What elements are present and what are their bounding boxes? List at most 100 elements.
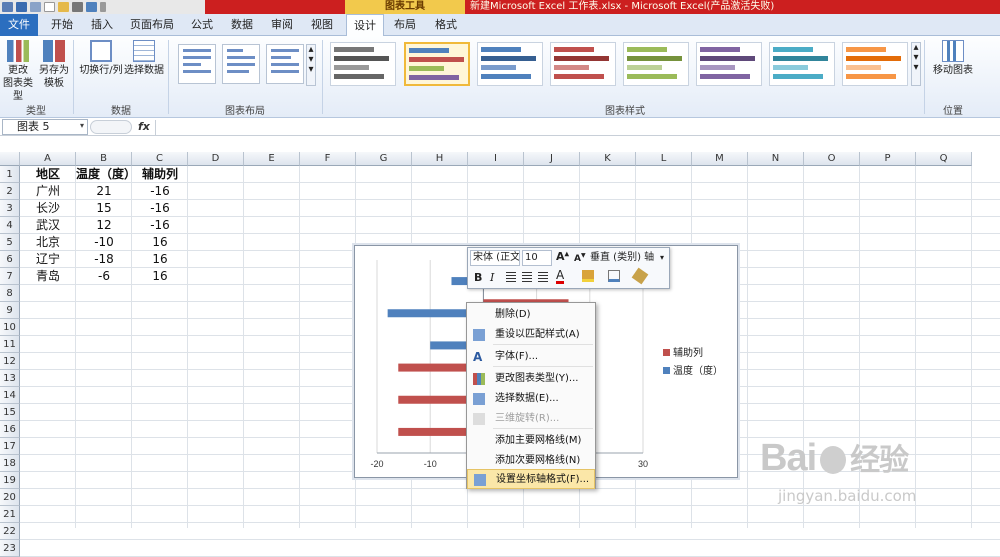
reset-style-item[interactable]: 重设以匹配样式(A) [467, 325, 595, 345]
row-header-6[interactable]: 6 [0, 251, 20, 268]
row-header-4[interactable]: 4 [0, 217, 20, 234]
add-major-gridlines-item[interactable]: 添加主要网格线(M) [467, 431, 595, 451]
data-cell[interactable]: 16 [132, 234, 188, 251]
row-header-23[interactable]: 23 [0, 540, 20, 557]
column-header-E[interactable]: E [244, 152, 300, 166]
select-all-corner[interactable] [0, 152, 20, 166]
bold-icon[interactable]: B [474, 271, 482, 284]
row-header-18[interactable]: 18 [0, 455, 20, 472]
data-cell[interactable]: 北京 [20, 234, 76, 251]
column-header-M[interactable]: M [692, 152, 748, 166]
layout-scroll[interactable]: ▴ ▾ ▾ [306, 44, 316, 86]
select-data-button[interactable]: 选择数据 [124, 40, 164, 77]
tab-home[interactable]: 开始 [42, 14, 82, 36]
tab-page-layout[interactable]: 页面布局 [124, 14, 180, 36]
row-header-2[interactable]: 2 [0, 183, 20, 200]
chart-style-2[interactable] [404, 42, 470, 86]
tab-review[interactable]: 审阅 [262, 14, 302, 36]
undo-icon[interactable] [16, 2, 27, 12]
chart-element-select[interactable]: 垂直 (类别) 轴 [590, 250, 660, 266]
row-header-21[interactable]: 21 [0, 506, 20, 523]
row-header-13[interactable]: 13 [0, 370, 20, 387]
layout-thumb-1[interactable] [178, 44, 216, 84]
data-cell[interactable]: 16 [132, 251, 188, 268]
delete-item[interactable]: 删除(D) [467, 305, 595, 325]
chevron-down-icon[interactable]: ▾ [660, 253, 664, 262]
tab-insert[interactable]: 插入 [82, 14, 122, 36]
format-painter-icon[interactable] [631, 267, 649, 285]
change-chart-type-item[interactable]: 更改图表类型(Y)... [467, 369, 595, 389]
data-cell[interactable]: 长沙 [20, 200, 76, 217]
open-icon[interactable] [58, 2, 69, 12]
chart-style-6[interactable] [696, 42, 762, 86]
row-header-14[interactable]: 14 [0, 387, 20, 404]
switch-row-column-button[interactable]: 切换行/列 [78, 40, 124, 77]
row-header-12[interactable]: 12 [0, 353, 20, 370]
chart-style-4[interactable] [550, 42, 616, 86]
row-header-17[interactable]: 17 [0, 438, 20, 455]
column-header-B[interactable]: B [76, 152, 132, 166]
select-data-item[interactable]: 选择数据(E)... [467, 389, 595, 409]
column-header-F[interactable]: F [300, 152, 356, 166]
row-header-5[interactable]: 5 [0, 234, 20, 251]
change-chart-type-button[interactable]: 更改 图表类型 [2, 40, 34, 103]
column-header-D[interactable]: D [188, 152, 244, 166]
save-icon[interactable] [2, 2, 13, 12]
move-chart-button[interactable]: 移动图表 [930, 40, 976, 77]
row-header-7[interactable]: 7 [0, 268, 20, 285]
shrink-font-icon[interactable]: A▼ [574, 252, 586, 264]
tab-formulas[interactable]: 公式 [182, 14, 222, 36]
row-header-22[interactable]: 22 [0, 523, 20, 540]
new-file-icon[interactable] [44, 2, 55, 12]
font-name-select[interactable]: 宋体 (正文 [470, 250, 520, 266]
format-axis-item[interactable]: 设置坐标轴格式(F)... [467, 469, 595, 489]
data-cell[interactable]: -16 [132, 217, 188, 234]
name-box[interactable]: 图表 5 [2, 119, 88, 135]
redo-icon[interactable] [30, 2, 41, 12]
row-header-15[interactable]: 15 [0, 404, 20, 421]
chart-style-8[interactable] [842, 42, 908, 86]
column-header-Q[interactable]: Q [916, 152, 972, 166]
align-right-icon[interactable] [538, 272, 548, 282]
data-cell[interactable]: 武汉 [20, 217, 76, 234]
data-cell[interactable]: -16 [132, 200, 188, 217]
column-header-G[interactable]: G [356, 152, 412, 166]
dropdown-icon[interactable] [100, 2, 106, 12]
font-size-select[interactable]: 10 [522, 250, 552, 266]
italic-icon[interactable]: I [490, 271, 494, 284]
chart-icon[interactable] [86, 2, 97, 12]
tab-file[interactable]: 文件 [0, 14, 38, 36]
data-cell[interactable]: 广州 [20, 183, 76, 200]
tab-format[interactable]: 格式 [426, 14, 466, 36]
row-header-3[interactable]: 3 [0, 200, 20, 217]
column-header-N[interactable]: N [748, 152, 804, 166]
line-color-icon[interactable] [608, 270, 620, 282]
tab-layout[interactable]: 布局 [386, 14, 424, 36]
tab-data[interactable]: 数据 [222, 14, 262, 36]
font-item[interactable]: A 字体(F)... [467, 347, 595, 367]
fill-color-icon[interactable] [582, 270, 594, 282]
align-center-icon[interactable] [522, 272, 532, 282]
style-scroll[interactable]: ▴ ▾ ▾ [911, 42, 921, 86]
data-cell[interactable]: -18 [76, 251, 132, 268]
column-header-L[interactable]: L [636, 152, 692, 166]
row-header-16[interactable]: 16 [0, 421, 20, 438]
data-cell[interactable]: 15 [76, 200, 132, 217]
column-header-K[interactable]: K [580, 152, 636, 166]
data-cell[interactable]: 辽宁 [20, 251, 76, 268]
tab-view[interactable]: 视图 [302, 14, 342, 36]
data-cell[interactable]: -16 [132, 183, 188, 200]
column-header-I[interactable]: I [468, 152, 524, 166]
row-header-9[interactable]: 9 [0, 302, 20, 319]
font-color-icon[interactable]: A [556, 269, 565, 284]
data-cell[interactable]: -10 [76, 234, 132, 251]
layout-thumb-2[interactable] [222, 44, 260, 84]
print-icon[interactable] [72, 2, 83, 12]
header-cell[interactable]: 温度（度） [76, 166, 136, 183]
column-header-J[interactable]: J [524, 152, 580, 166]
column-header-P[interactable]: P [860, 152, 916, 166]
column-header-A[interactable]: A [20, 152, 76, 166]
row-header-11[interactable]: 11 [0, 336, 20, 353]
data-cell[interactable]: 21 [76, 183, 132, 200]
chart-style-5[interactable] [623, 42, 689, 86]
